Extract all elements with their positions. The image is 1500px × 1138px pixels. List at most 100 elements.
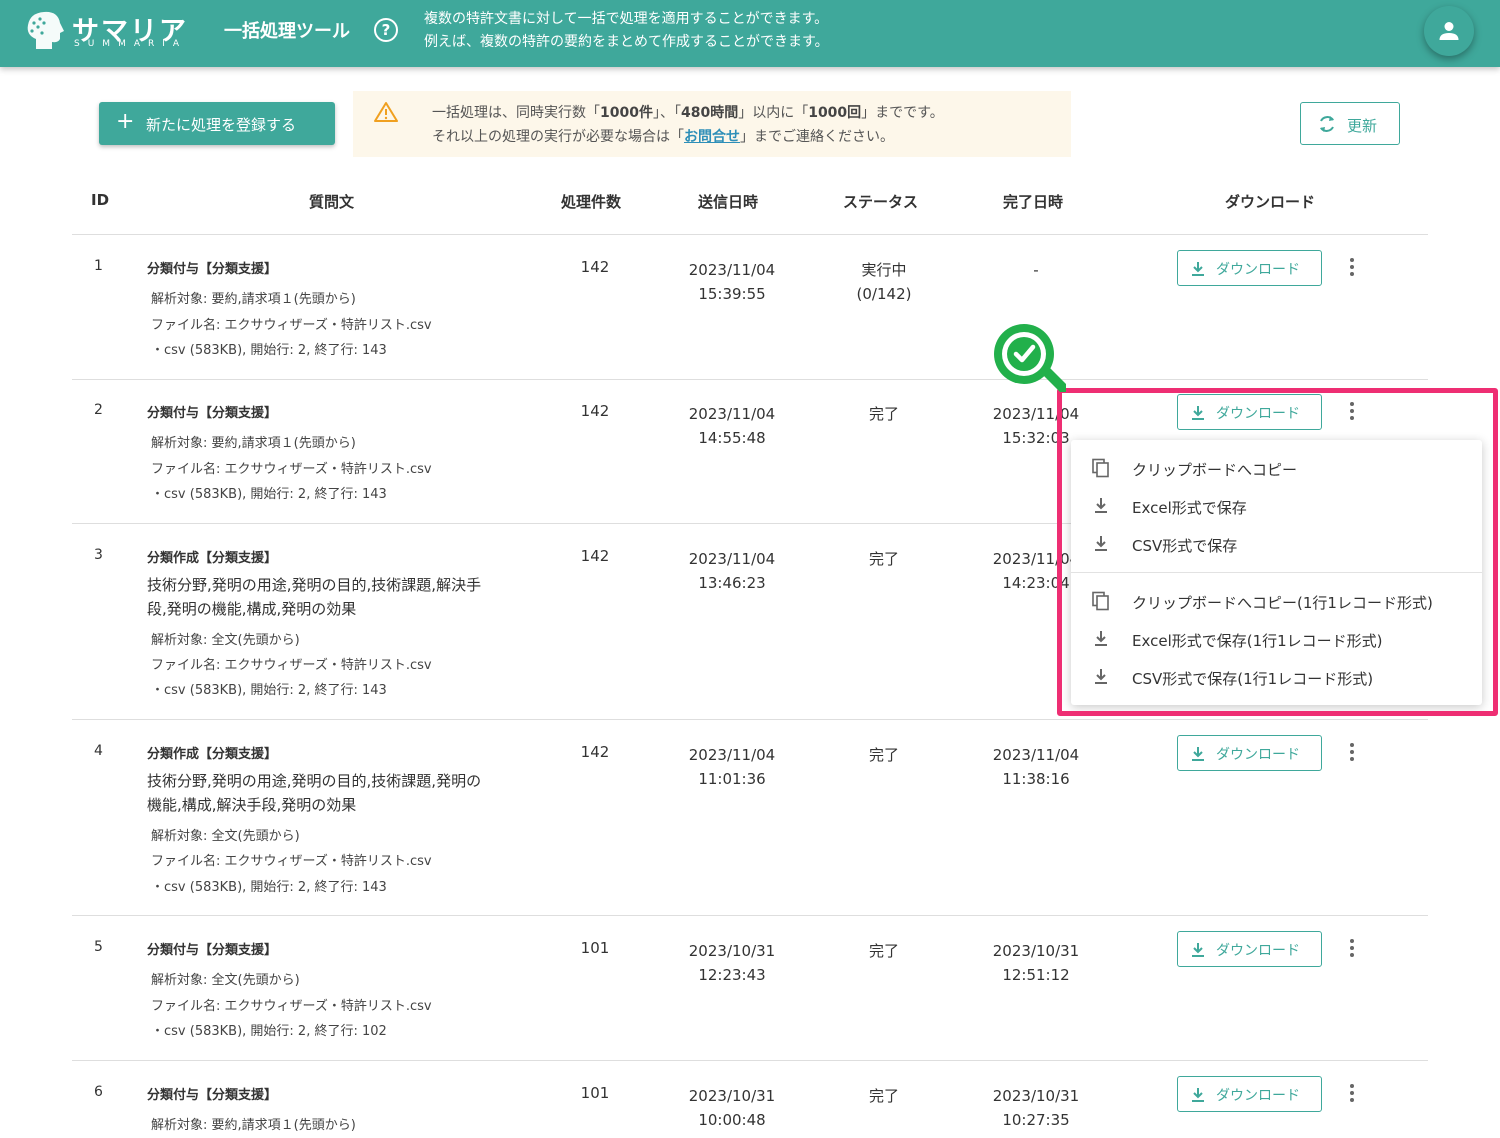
copy-icon [1092,591,1109,611]
row-count: 142 [580,547,610,565]
download-icon [1095,669,1107,684]
row-sent-time: 15:39:55 [698,285,766,303]
download-button[interactable]: ダウンロード [1177,1076,1322,1112]
summaria-logo[interactable]: サマリア SUMMARIA [22,9,192,57]
notice-text: 」以内に「 [738,105,809,121]
limit-notice: 一括処理は、同時実行数「1000件」、「480時間」以内に「1000回」までです… [353,91,1071,157]
row-target: 解析対象: 要約,請求項１(先頭から) [151,292,356,307]
row-title: 分類付与【分類支援】 [147,262,278,277]
row-done-date: 2023/11/04 [992,405,1080,423]
register-new-process-button[interactable]: + 新たに処理を登録する [99,102,335,145]
more-menu-icon[interactable] [1342,1080,1362,1106]
row-status-progress: (0/142) [856,285,912,303]
header-description: 複数の特許文書に対して一括で処理を適用することができます。 例えば、複数の特許の… [424,8,829,54]
row-status-label: 完了 [868,1087,899,1105]
row-id: 1 [94,258,103,274]
notice-text: それ以上の処理の実行が必要な場合は「 [432,129,684,145]
person-icon [1439,22,1459,40]
download-label: ダウンロード [1216,1088,1300,1104]
download-button[interactable]: ダウンロード [1177,735,1322,771]
download-button[interactable]: ダウンロード [1177,931,1322,967]
row-file: ファイル名: エクサウィザーズ・特許リスト.csv [151,462,432,477]
more-menu-icon[interactable] [1342,254,1362,280]
row-file: ファイル名: エクサウィザーズ・特許リスト.csv [151,999,432,1014]
column-header-status[interactable]: ステータス [843,191,918,212]
table-divider [72,719,1428,720]
notice-line1: 一括処理は、同時実行数「1000件」、「480時間」以内に「1000回」までです… [432,102,944,122]
row-target: 解析対象: 要約,請求項１(先頭から) [151,1118,356,1133]
download-button[interactable]: ダウンロード [1177,394,1322,430]
row-sent: 2023/10/31 12:23:43 [672,939,792,987]
column-header-count[interactable]: 処理件数 [561,191,621,212]
header-description-line1: 複数の特許文書に対して一括で処理を適用することができます。 [424,11,829,27]
row-question-line: 段,発明の機能,構成,発明の効果 [147,600,357,618]
notice-limit-runs: 1000回 [808,105,862,121]
download-icon [1095,498,1107,513]
row-file-detail: ・csv (583KB), 開始行: 2, 終了行: 143 [151,487,387,502]
row-file-detail: ・csv (583KB), 開始行: 2, 終了行: 143 [151,683,387,698]
copy-icon [1092,458,1109,478]
row-status-label: 完了 [868,942,899,960]
menu-item-save-csv-record[interactable]: CSV形式で保存(1行1レコード形式) [1071,658,1482,696]
row-done-time: 11:38:16 [1002,770,1070,788]
row-status: 完了 [824,1084,944,1108]
check-badge-icon [994,324,1066,392]
row-title: 分類作成【分類支援】 [147,747,278,762]
menu-item-label: CSV形式で保存(1行1レコード形式) [1132,670,1374,688]
download-icon [1095,631,1107,646]
row-count: 142 [580,743,610,761]
download-icon [1192,747,1204,761]
table-divider [72,915,1428,916]
row-sent: 2023/11/04 11:01:36 [672,743,792,791]
register-new-process-label: 新たに処理を登録する [146,116,297,134]
row-count: 101 [580,1084,610,1102]
menu-item-copy-clipboard[interactable]: クリップボードへコピー [1071,449,1482,487]
row-sent-date: 2023/11/04 [688,405,776,423]
column-header-question[interactable]: 質問文 [309,191,354,212]
row-id: 6 [94,1084,103,1100]
column-header-id[interactable]: ID [91,191,109,209]
row-target: 解析対象: 全文(先頭から) [151,829,300,844]
row-title: 分類付与【分類支援】 [147,406,278,421]
contact-link[interactable]: お問合せ [684,129,740,145]
menu-item-label: Excel形式で保存(1行1レコード形式) [1132,632,1383,650]
menu-item-save-excel-record[interactable]: Excel形式で保存(1行1レコード形式) [1071,620,1482,658]
menu-item-save-excel[interactable]: Excel形式で保存 [1071,487,1482,525]
more-menu-icon[interactable] [1342,398,1362,424]
menu-item-label: CSV形式で保存 [1132,537,1238,555]
row-file-detail: ・csv (583KB), 開始行: 2, 終了行: 102 [151,1024,387,1039]
row-done-time: 12:51:12 [1002,966,1070,984]
row-sent-date: 2023/11/04 [688,550,776,568]
row-sent-time: 14:55:48 [698,429,766,447]
row-sent: 2023/11/04 15:39:55 [672,258,792,306]
column-header-download[interactable]: ダウンロード [1225,191,1315,212]
download-button[interactable]: ダウンロード [1177,250,1322,286]
download-label: ダウンロード [1216,747,1300,763]
download-icon [1192,262,1204,276]
row-status: 実行中 (0/142) [824,258,944,306]
download-label: ダウンロード [1216,262,1300,278]
column-header-sent[interactable]: 送信日時 [698,191,758,212]
menu-item-save-csv[interactable]: CSV形式で保存 [1071,525,1482,563]
row-question: 技術分野,発明の用途,発明の目的,技術課題,発明の 機能,構成,解決手段,発明の効… [147,769,481,817]
account-button[interactable] [1424,6,1474,56]
row-done: 2023/10/31 12:51:12 [976,939,1096,987]
row-title: 分類付与【分類支援】 [147,1088,278,1103]
help-icon[interactable]: ? [374,18,398,42]
row-sent: 2023/10/31 10:00:48 [672,1084,792,1132]
row-status-label: 完了 [868,405,899,423]
column-header-done[interactable]: 完了日時 [1003,191,1063,212]
row-question-line: 機能,構成,解決手段,発明の効果 [147,796,357,814]
row-sent: 2023/11/04 13:46:23 [672,547,792,595]
row-done: 2023/11/04 11:38:16 [976,743,1096,791]
menu-item-copy-clipboard-record[interactable]: クリップボードへコピー(1行1レコード形式) [1071,582,1482,620]
refresh-button[interactable]: 更新 [1300,102,1400,145]
row-done-date: 2023/10/31 [992,1087,1080,1105]
row-sent-time: 10:00:48 [698,1111,766,1129]
more-menu-icon[interactable] [1342,739,1362,765]
row-file-detail: ・csv (583KB), 開始行: 2, 終了行: 143 [151,880,387,895]
row-sent-date: 2023/10/31 [688,942,776,960]
row-file-detail: ・csv (583KB), 開始行: 2, 終了行: 143 [151,343,387,358]
app-header: サマリア SUMMARIA 一括処理ツール ? 複数の特許文書に対して一括で処理… [0,0,1500,67]
more-menu-icon[interactable] [1342,935,1362,961]
